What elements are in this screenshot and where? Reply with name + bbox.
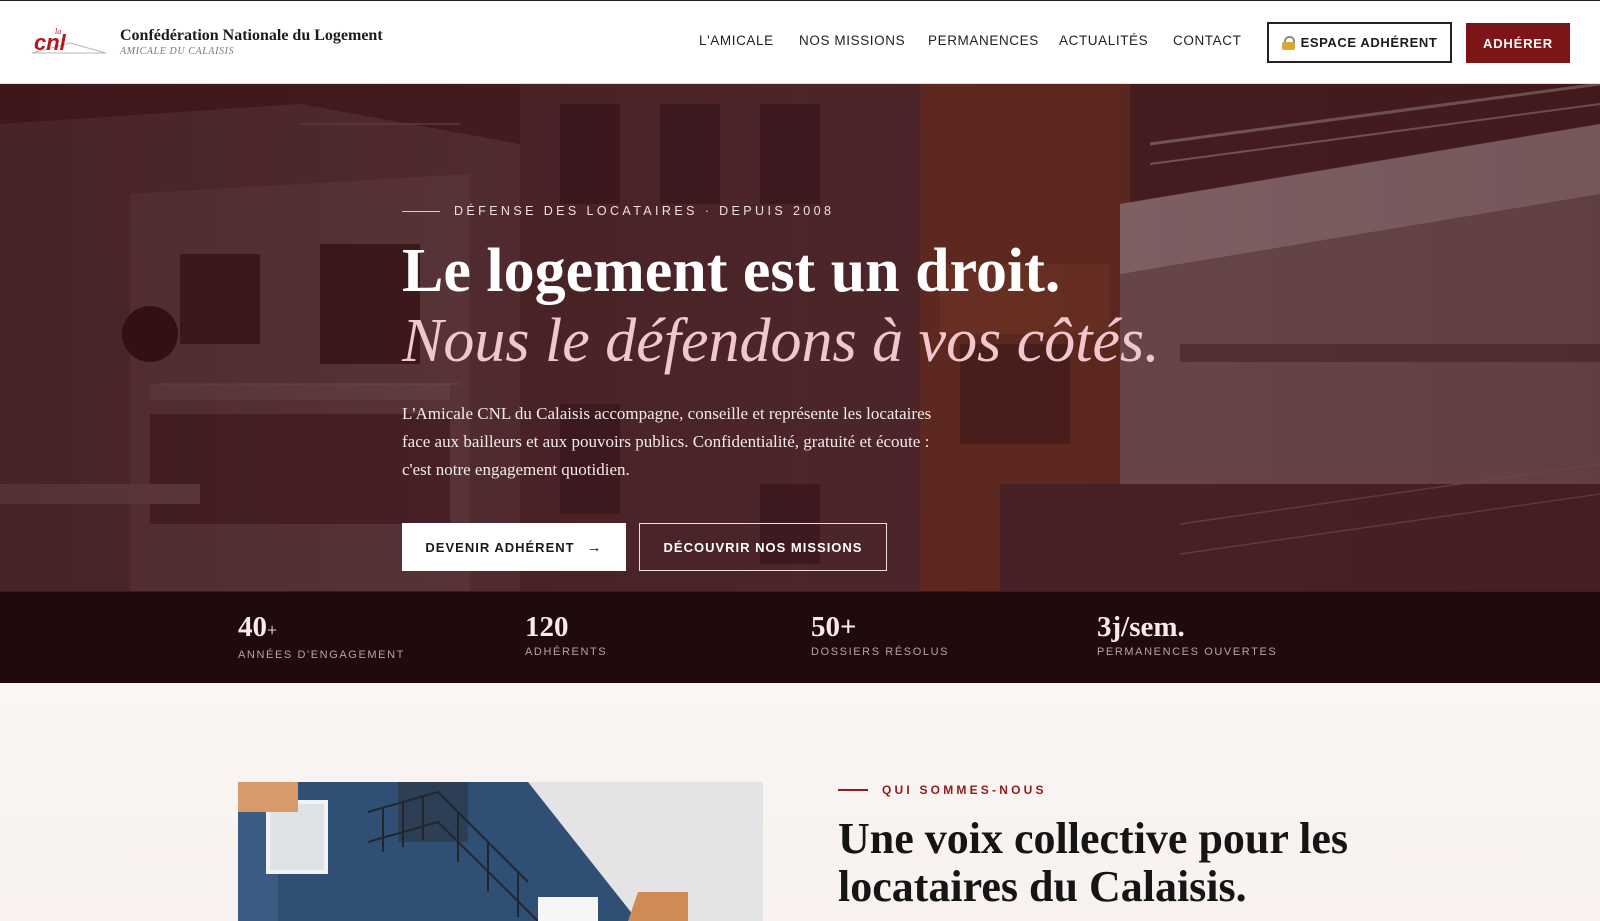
- stat-value: 50+: [811, 611, 857, 643]
- about-building-photo: [238, 782, 763, 921]
- devenir-adherent-button[interactable]: DEVENIR ADHÉRENT →: [402, 523, 626, 571]
- stat-annees: 40+ ANNÉES D'ENGAGEMENT: [238, 610, 405, 661]
- stat-permanences: 3j/sem. PERMANENCES OUVERTES: [1097, 610, 1277, 658]
- stat-adherents: 120 ADHÉRENTS: [525, 610, 607, 658]
- lock-icon: [1281, 35, 1295, 50]
- cnl-logo-icon: cnl la: [31, 27, 107, 55]
- stat-label: ANNÉES D'ENGAGEMENT: [238, 649, 405, 661]
- hero-section: DÉFENSE DES LOCATAIRES · DEPUIS 2008 Le …: [0, 84, 1600, 591]
- decouvrir-missions-button[interactable]: DÉCOUVRIR NOS MISSIONS: [639, 523, 887, 571]
- about-eyebrow-text: QUI SOMMES-NOUS: [882, 783, 1047, 797]
- hero-description: L'Amicale CNL du Calaisis accompagne, co…: [402, 404, 932, 479]
- about-title: Une voix collective pour les locataires …: [838, 814, 1348, 911]
- brand-logo-link[interactable]: cnl la Confédération Nationale du Logeme…: [30, 23, 383, 61]
- stat-label: DOSSIERS RÉSOLUS: [811, 646, 950, 658]
- stat-label: PERMANENCES OUVERTES: [1097, 646, 1278, 658]
- nav-item-actualites[interactable]: ACTUALITÉS: [1059, 33, 1148, 48]
- brand-subtitle: AMICALE DU CALAISIS: [120, 46, 235, 57]
- stat-value: 3j/sem.: [1097, 611, 1185, 643]
- hero-eyebrow: DÉFENSE DES LOCATAIRES · DEPUIS 2008: [402, 204, 834, 218]
- stats-bar: 40+ ANNÉES D'ENGAGEMENT 120 ADHÉRENTS 50…: [0, 591, 1600, 683]
- decouvrir-missions-label: DÉCOUVRIR NOS MISSIONS: [663, 539, 863, 555]
- nav-item-amicale[interactable]: L'AMICALE: [699, 33, 774, 48]
- svg-text:cnl: cnl: [34, 30, 67, 55]
- building-photo-image: [238, 782, 763, 921]
- nav-item-missions[interactable]: NOS MISSIONS: [799, 33, 905, 48]
- hero-eyebrow-text: DÉFENSE DES LOCATAIRES · DEPUIS 2008: [454, 204, 835, 218]
- eyebrow-rule: [402, 210, 440, 212]
- arrow-right-icon: →: [586, 538, 603, 556]
- site-header: cnl la Confédération Nationale du Logeme…: [0, 0, 1600, 84]
- eyebrow-rule: [838, 789, 868, 791]
- stat-label: ADHÉRENTS: [525, 646, 608, 658]
- stat-value: 40+: [238, 611, 278, 643]
- espace-adherent-label: ESPACE ADHÉRENT: [1300, 35, 1438, 50]
- hero-title: Le logement est un droit.: [402, 237, 1061, 305]
- hero-subtitle: Nous le défendons à vos côtés.: [402, 307, 1160, 375]
- brand-title: Confédération Nationale du Logement: [120, 27, 383, 44]
- stat-dossiers: 50+ DOSSIERS RÉSOLUS: [811, 610, 949, 658]
- nav-item-permanences[interactable]: PERMANENCES: [928, 33, 1039, 48]
- about-section: QUI SOMMES-NOUS Une voix collective pour…: [0, 683, 1600, 921]
- adherer-button[interactable]: ADHÉRER: [1466, 23, 1570, 63]
- about-eyebrow: QUI SOMMES-NOUS: [838, 783, 1047, 797]
- espace-adherent-button[interactable]: ESPACE ADHÉRENT: [1267, 22, 1452, 63]
- stat-value: 120: [525, 611, 569, 643]
- svg-text:la: la: [55, 27, 61, 36]
- nav-item-contact[interactable]: CONTACT: [1173, 33, 1241, 48]
- adherer-label: ADHÉRER: [1483, 35, 1553, 51]
- devenir-adherent-label: DEVENIR ADHÉRENT: [425, 539, 575, 555]
